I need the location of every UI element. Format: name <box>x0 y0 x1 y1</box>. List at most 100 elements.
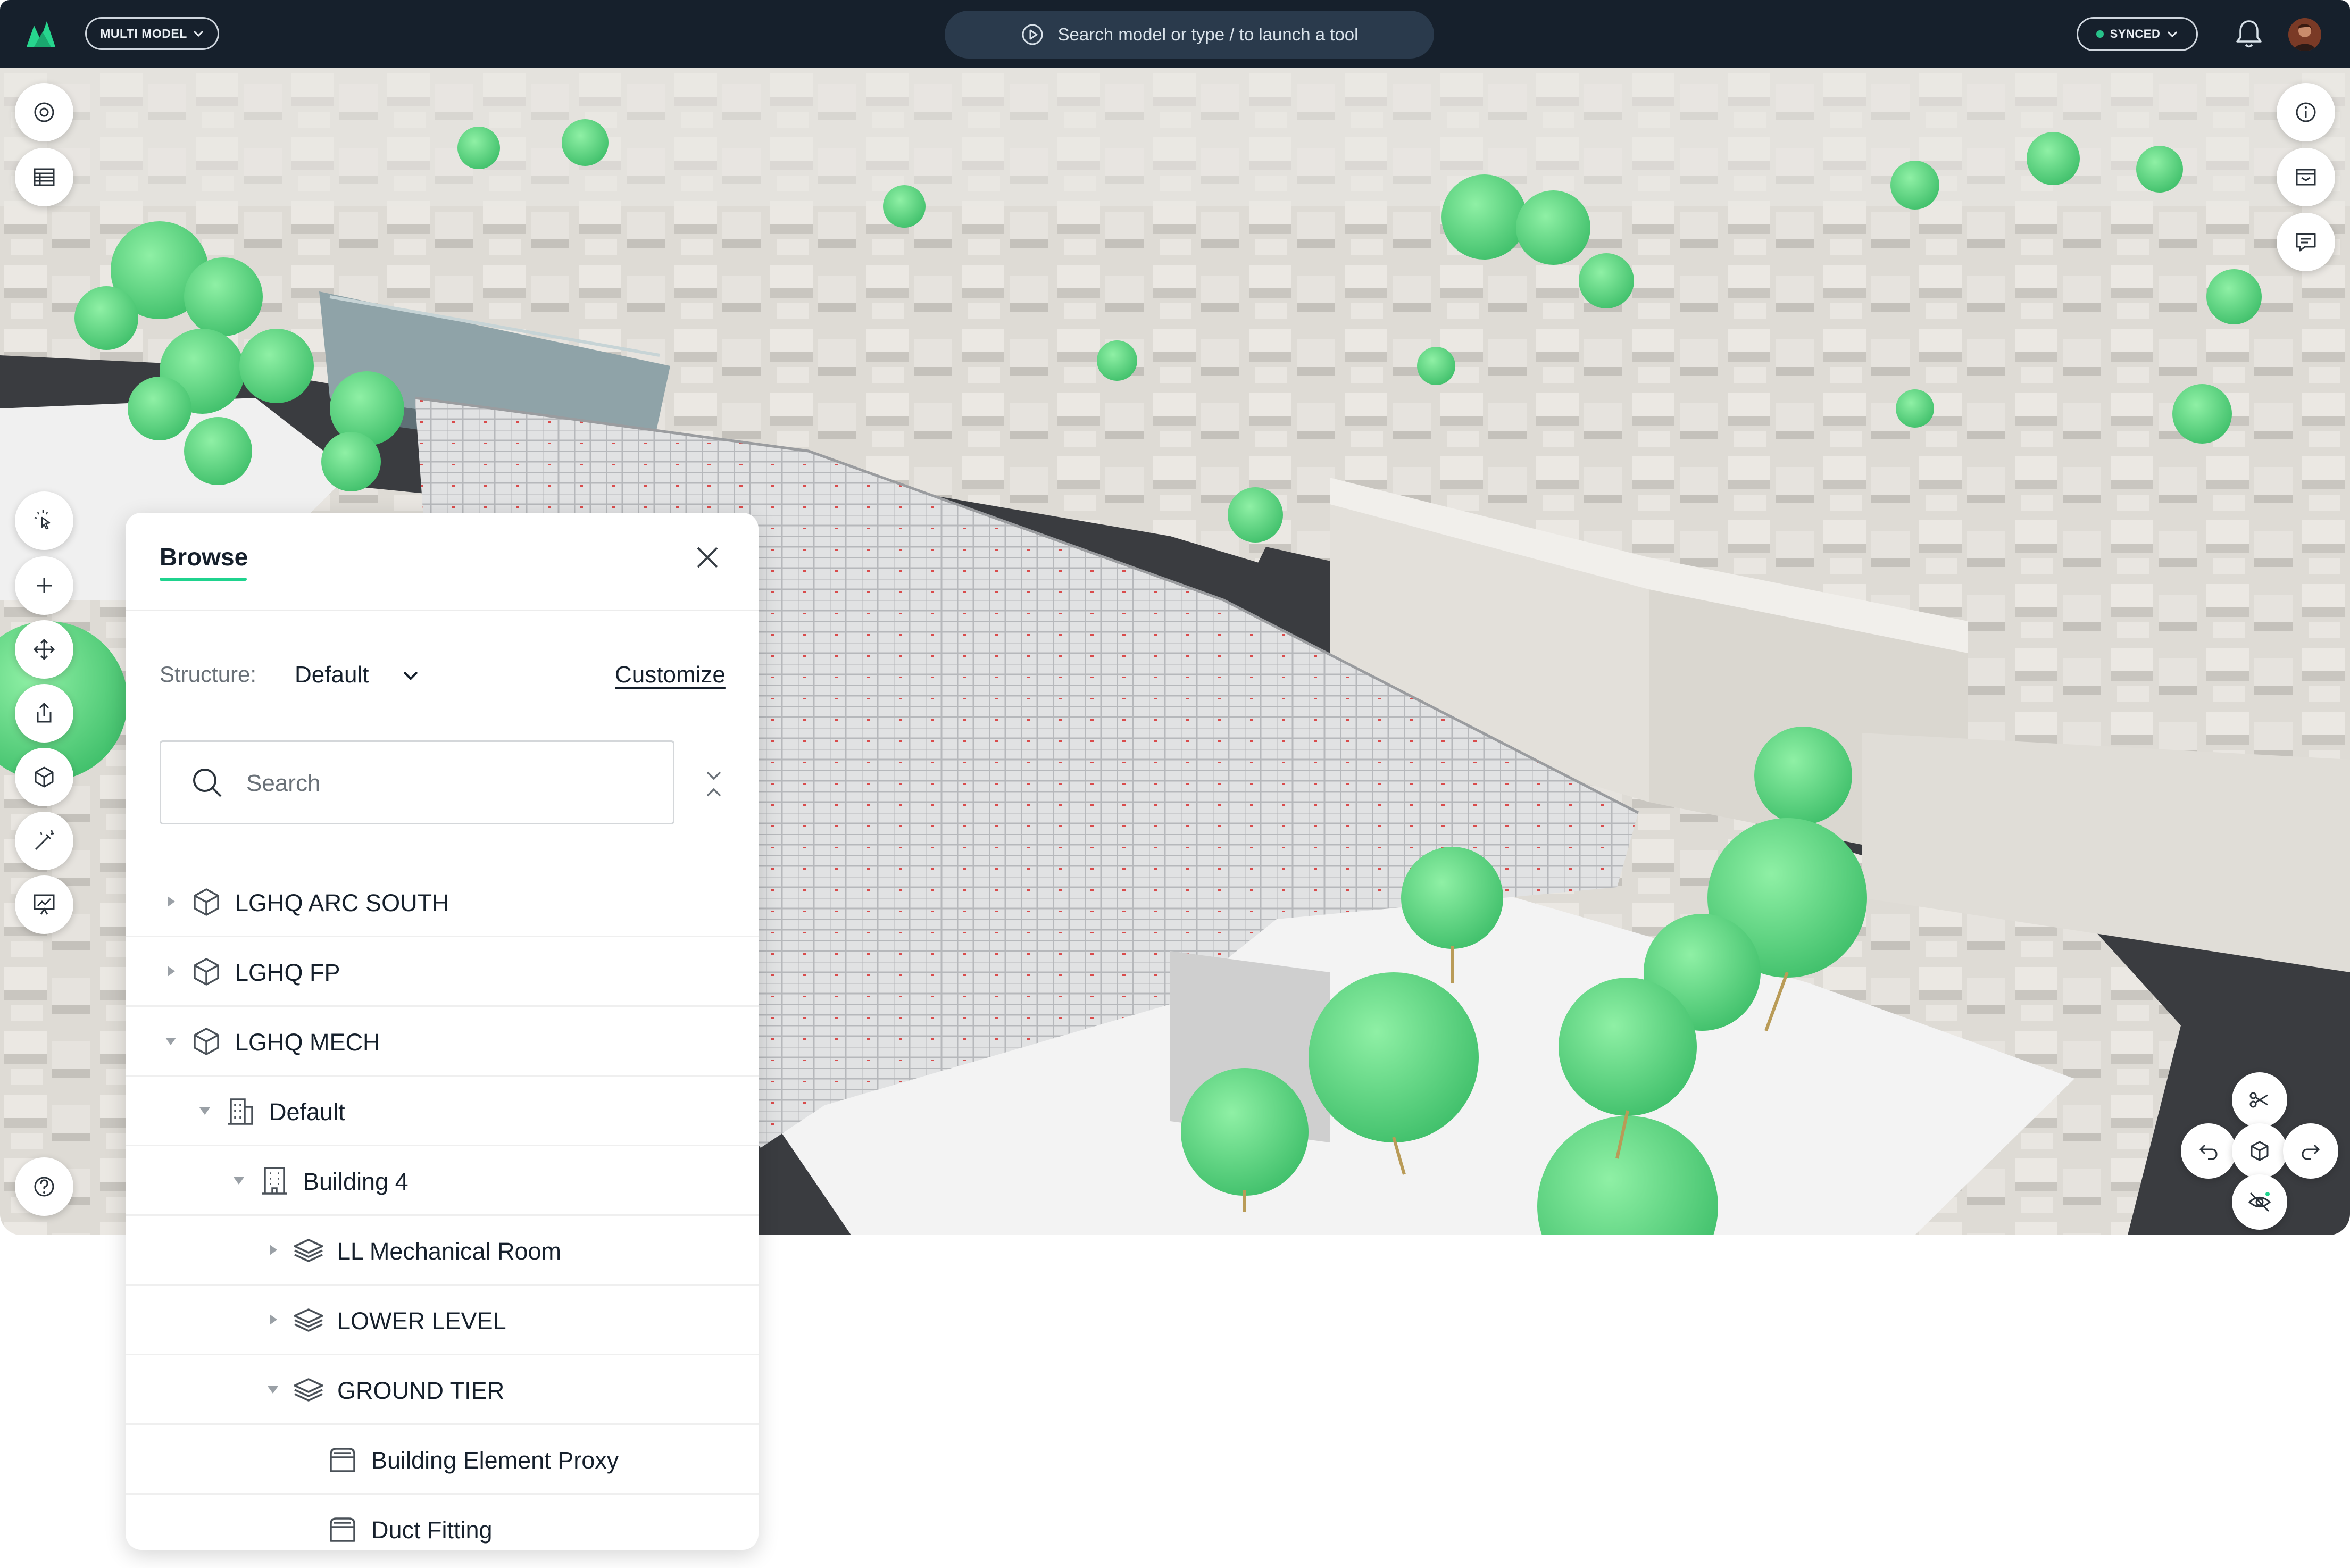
tree-row-label: LGHQ FP <box>235 959 340 986</box>
cube-view-button[interactable] <box>2232 1123 2287 1179</box>
add-button[interactable] <box>15 556 73 615</box>
redo-button[interactable] <box>2283 1123 2338 1179</box>
collapse-all-icon[interactable] <box>699 768 729 800</box>
undo-button[interactable] <box>2181 1123 2236 1179</box>
sync-status-button[interactable]: SYNCED <box>2077 17 2198 51</box>
building-icon <box>257 1164 291 1198</box>
tree-row[interactable]: Building Element Proxy <box>126 1425 759 1495</box>
tree-search-field[interactable] <box>160 740 674 824</box>
hide-button[interactable] <box>2232 1174 2287 1230</box>
site-icon <box>223 1094 257 1128</box>
move-icon <box>33 638 55 661</box>
redo-icon <box>2302 1144 2320 1160</box>
avatar[interactable] <box>2288 18 2321 51</box>
structure-label: Structure: <box>160 662 257 687</box>
customize-link[interactable]: Customize <box>615 662 726 688</box>
info-button[interactable] <box>2277 83 2335 141</box>
presentation-button[interactable] <box>15 875 73 934</box>
model-switch-button[interactable]: MULTI MODEL <box>85 17 219 50</box>
cube-view-icon <box>2251 1141 2269 1161</box>
caret-right-icon[interactable] <box>265 1242 281 1258</box>
panel-divider <box>126 610 759 611</box>
browse-panel: Browse Structure: Default Customize LGHQ… <box>126 513 759 1550</box>
export-button[interactable] <box>15 684 73 743</box>
export-icon <box>37 702 52 723</box>
model-button[interactable] <box>15 748 73 806</box>
tab-browse[interactable]: Browse <box>160 543 248 571</box>
caret-right-icon[interactable] <box>163 963 179 979</box>
layers-icon <box>291 1233 326 1267</box>
help-button[interactable] <box>15 1157 73 1216</box>
tree-row-label: Building Element Proxy <box>371 1447 619 1474</box>
caret-down-icon[interactable] <box>231 1172 247 1188</box>
chevron-down-icon <box>2168 31 2178 38</box>
inbox-button[interactable] <box>2277 148 2335 206</box>
wand-icon <box>35 830 54 850</box>
help-icon <box>34 1177 54 1197</box>
top-bar: MULTI MODEL Search model or type / to la… <box>0 0 2350 68</box>
chevron-down-icon <box>193 30 203 37</box>
tree-row[interactable]: LGHQ MECH <box>126 1007 759 1077</box>
tree-row-label: GROUND TIER <box>337 1377 505 1404</box>
select-icon <box>34 510 51 530</box>
tree-row-label: Duct Fitting <box>371 1516 493 1544</box>
add-icon <box>37 578 52 593</box>
select-button[interactable] <box>15 491 73 550</box>
tree-row-label: LL Mechanical Room <box>337 1238 562 1265</box>
model-switch-label: MULTI MODEL <box>100 26 187 40</box>
caret-down-icon[interactable] <box>265 1381 281 1397</box>
close-icon[interactable] <box>691 541 723 573</box>
layers-icon <box>291 1373 326 1407</box>
active-tab-indicator <box>160 578 247 581</box>
tree-row-label: LOWER LEVEL <box>337 1307 506 1335</box>
chevron-down-icon[interactable] <box>400 667 421 686</box>
element-icon <box>326 1442 360 1477</box>
app-logo-icon[interactable] <box>24 18 62 50</box>
tree-row[interactable]: GROUND TIER <box>126 1356 759 1425</box>
presentation-icon <box>34 894 55 915</box>
command-search-bar[interactable]: Search model or type / to launch a tool <box>945 11 1434 59</box>
caret-right-icon[interactable] <box>163 894 179 910</box>
caret-down-icon[interactable] <box>163 1033 179 1049</box>
search-target-button[interactable] <box>15 83 73 141</box>
caret-down-icon[interactable] <box>197 1103 213 1119</box>
tree-row[interactable]: LOWER LEVEL <box>126 1286 759 1355</box>
model-cube-icon <box>189 1024 223 1058</box>
play-circle-icon <box>1022 24 1043 45</box>
info-icon <box>2296 102 2316 122</box>
tree-row[interactable]: LGHQ ARC SOUTH <box>126 868 759 937</box>
command-search-placeholder: Search model or type / to launch a tool <box>1057 24 1359 44</box>
move-button[interactable] <box>15 620 73 679</box>
comment-button[interactable] <box>2277 213 2335 271</box>
search-target-icon <box>34 102 54 122</box>
search-icon <box>190 765 225 800</box>
tree-search-input[interactable] <box>245 764 652 803</box>
tree-row-label: LGHQ ARC SOUTH <box>235 889 449 916</box>
undo-icon <box>2199 1144 2218 1160</box>
scissors-icon <box>2249 1092 2268 1108</box>
bell-icon[interactable] <box>2234 18 2264 50</box>
sync-status-dot <box>2096 30 2104 38</box>
tree-row-label: Default <box>269 1098 345 1125</box>
model-icon <box>35 766 54 788</box>
hide-icon <box>2248 1192 2271 1212</box>
wand-button[interactable] <box>15 812 73 870</box>
inbox-icon <box>2296 169 2316 186</box>
tree-row[interactable]: Duct Fitting <box>126 1495 759 1550</box>
tree-row-label: Building 4 <box>303 1168 409 1195</box>
table-button[interactable] <box>15 148 73 206</box>
comment-icon <box>2296 233 2316 252</box>
tree-row[interactable]: LL Mechanical Room <box>126 1216 759 1286</box>
tree-row[interactable]: Building 4 <box>126 1147 759 1216</box>
structure-select[interactable]: Default <box>295 662 369 688</box>
element-icon <box>326 1512 360 1546</box>
table-icon <box>34 168 55 186</box>
tree-row[interactable]: Default <box>126 1077 759 1146</box>
model-cube-icon <box>189 955 223 989</box>
caret-right-icon[interactable] <box>265 1312 281 1328</box>
tree-row[interactable]: LGHQ FP <box>126 938 759 1007</box>
sync-status-label: SYNCED <box>2110 27 2161 40</box>
section-cut-button[interactable] <box>2232 1072 2287 1128</box>
model-cube-icon <box>189 885 223 919</box>
tree-row-label: LGHQ MECH <box>235 1029 380 1056</box>
